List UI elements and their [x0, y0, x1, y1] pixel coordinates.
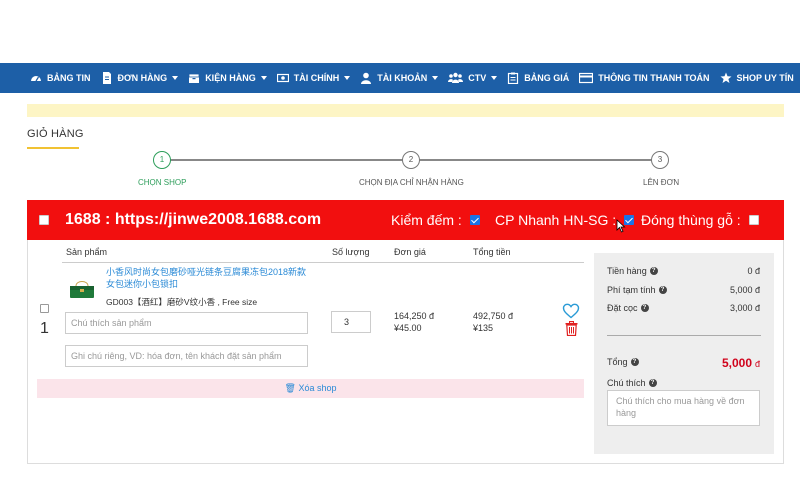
chevron-down-icon [344, 76, 351, 80]
total-price-vnd: 492,750 đ [473, 311, 514, 321]
product-title-link[interactable]: 小香风时尚女包磨砂哑光链条豆腐果冻包2018新款女包迷你小包锁扣 [106, 266, 314, 290]
clipboard-icon [508, 72, 519, 84]
help-icon[interactable]: ? [640, 304, 649, 312]
cp-nhanh-label: CP Nhanh HN-SG : [495, 212, 617, 228]
nav-label: CTV [468, 73, 487, 83]
nav-label: SHOP UY TÍN [736, 73, 794, 83]
header-unit-price: Đơn giá [394, 247, 426, 257]
nav-item-don-hang[interactable]: ĐƠN HÀNG [101, 72, 179, 84]
money-icon [276, 73, 289, 83]
step-2-circle: 2 [402, 151, 420, 169]
mouse-cursor-icon [616, 219, 626, 233]
users-icon [448, 72, 464, 83]
header-quantity: Số lượng [332, 247, 370, 257]
trash-icon[interactable] [565, 321, 578, 336]
nav-item-tai-chinh[interactable]: TÀI CHÍNH [276, 72, 351, 84]
nav-label: THÔNG TIN THANH TOÁN [598, 73, 710, 83]
trash-icon: 🗑 [284, 383, 296, 393]
product-sku: GD003【酒红】磨砂V纹小香 , Free size [106, 297, 258, 307]
nav-label: BẢNG GIÁ [524, 73, 570, 83]
star-icon [720, 72, 732, 83]
item-select-checkbox[interactable] [40, 304, 49, 313]
delete-shop-button[interactable]: 🗑 Xóa shop [37, 379, 584, 398]
dong-thung-checkbox[interactable] [748, 215, 759, 225]
dashboard-icon [31, 76, 41, 82]
phi-tam-tinh-row: Phí tạm tính ? [607, 285, 667, 295]
header-divider [62, 262, 584, 263]
chu-thich-row: Chú thích ? [607, 378, 657, 388]
phi-tam-tinh-value: 5,000 đ [729, 285, 760, 295]
help-icon[interactable]: ? [649, 267, 658, 275]
main-nav: BẢNG TIN ĐƠN HÀNG KIỆN HÀNG TÀI CHÍNH TÀ… [0, 63, 800, 93]
nav-item-bang-tin[interactable]: BẢNG TIN [30, 72, 91, 84]
step-3-label: LÊN ĐƠN [643, 178, 680, 187]
user-icon [361, 72, 372, 84]
quantity-input[interactable]: 3 [331, 311, 371, 333]
step-3-circle: 3 [651, 151, 669, 169]
kiem-dem-label: Kiểm đếm : [391, 212, 462, 228]
unit-price-cny: ¥45.00 [394, 323, 422, 333]
nav-item-kien-hang[interactable]: KIỆN HÀNG [188, 72, 267, 84]
dat-coc-value: 3,000 đ [729, 303, 760, 313]
item-index: 1 [40, 320, 49, 337]
dong-thung-label: Đóng thùng gỗ : [641, 212, 741, 228]
tong-unit: đ [754, 359, 760, 369]
nav-item-thong-tin-thanh-toan[interactable]: THÔNG TIN THANH TOÁN [579, 72, 710, 84]
help-icon[interactable]: ? [648, 379, 657, 387]
nav-item-tai-khoan[interactable]: TÀI KHOẢN [360, 72, 439, 84]
title-underline [27, 147, 79, 149]
header-total: Tổng tiền [473, 247, 511, 257]
nav-item-bang-gia[interactable]: BẢNG GIÁ [507, 72, 569, 84]
tien-hang-label: Tiền hàng [607, 266, 647, 276]
shop-name: 1688 : https://jinwe2008.1688.com [65, 211, 322, 228]
total-price-cny: ¥135 [473, 323, 494, 333]
chu-thich-label: Chú thích [607, 378, 646, 388]
chevron-down-icon [491, 76, 498, 80]
step-2-label: CHỌN ĐỊA CHỈ NHẬN HÀNG [359, 178, 464, 187]
nav-label: TÀI KHOẢN [377, 73, 428, 83]
shop-select-checkbox[interactable] [39, 215, 49, 225]
nav-label: BẢNG TIN [47, 73, 91, 83]
help-icon[interactable]: ? [658, 286, 667, 294]
chevron-down-icon [260, 76, 267, 80]
document-icon [102, 72, 111, 84]
dong-thung-option: Đóng thùng gỗ : [641, 212, 759, 228]
chevron-down-icon [172, 76, 179, 80]
phi-tam-tinh-label: Phí tạm tính [607, 285, 656, 295]
step-1-circle: 1 [153, 151, 171, 169]
unit-price-vnd: 164,250 đ [394, 311, 435, 321]
delete-shop-label: Xóa shop [298, 383, 337, 393]
notice-bar [27, 104, 784, 117]
nav-label: KIỆN HÀNG [205, 73, 256, 83]
page-title: GIỎ HÀNG [27, 128, 84, 140]
credit-card-icon [579, 72, 594, 84]
kiem-dem-checkbox[interactable] [469, 215, 480, 225]
step-1-label: CHỌN SHOP [138, 178, 187, 187]
nav-label: ĐƠN HÀNG [117, 73, 168, 83]
heart-icon[interactable] [562, 303, 580, 319]
summary-divider [607, 335, 761, 336]
product-image[interactable] [68, 280, 96, 298]
help-icon[interactable]: ? [630, 358, 639, 366]
header-product: Sản phẩm [66, 247, 108, 257]
nav-item-ctv[interactable]: CTV [448, 72, 498, 84]
product-note-input[interactable]: Chú thích sản phẩm [65, 312, 308, 334]
dat-coc-row: Đặt cọc ? [607, 303, 649, 313]
tong-row: Tổng ? [607, 357, 639, 367]
chevron-down-icon [432, 76, 439, 80]
package-icon [188, 73, 200, 83]
nav-label: TÀI CHÍNH [293, 73, 340, 83]
kiem-dem-option: Kiểm đếm : [391, 212, 480, 228]
nav-item-shop-uy-tin[interactable]: SHOP UY TÍN [720, 72, 794, 84]
shop-header: 1688 : https://jinwe2008.1688.com Kiểm đ… [27, 200, 784, 240]
cp-nhanh-option: CP Nhanh HN-SG : [495, 212, 635, 228]
order-note-textarea[interactable]: Chú thích cho mua hàng về đơn hàng [607, 390, 760, 426]
tong-label: Tổng [607, 357, 628, 367]
tong-value: 5,000 [721, 356, 752, 370]
tien-hang-value: 0 đ [747, 266, 760, 276]
private-note-input[interactable]: Ghi chú riêng, VD: hóa đơn, tên khách đặ… [65, 345, 308, 367]
dat-coc-label: Đặt cọc [607, 303, 638, 313]
tien-hang-row: Tiền hàng ? [607, 266, 658, 276]
